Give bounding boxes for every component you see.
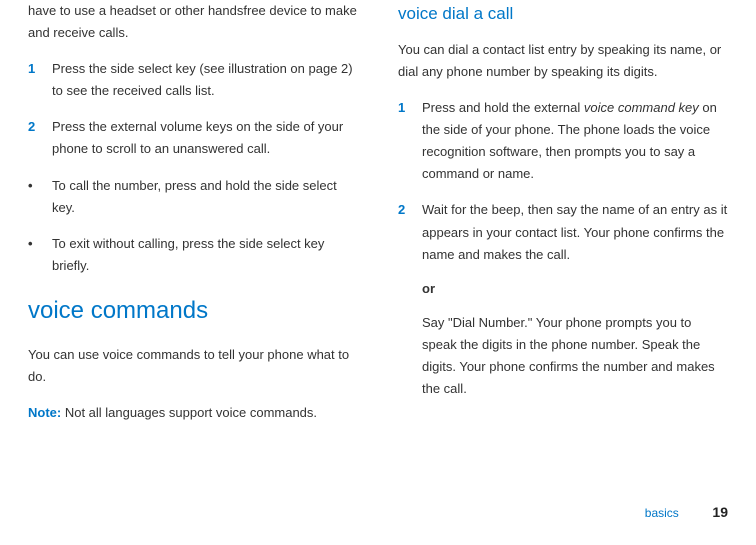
or-label: or	[422, 278, 728, 300]
step-body: Wait for the beep, then say the name of …	[422, 199, 728, 400]
step-text: Press the external volume keys on the si…	[52, 116, 358, 160]
step-number: 1	[398, 97, 422, 185]
footer-page-number: 19	[712, 504, 728, 520]
sub-desc: You can dial a contact list entry by spe…	[398, 39, 728, 83]
content-columns: have to use a headset or other handsfree…	[28, 0, 728, 481]
italic-term: voice command key	[584, 100, 699, 115]
step-1: 1 Press the side select key (see illustr…	[28, 58, 358, 102]
step-1: 1 Press and hold the external voice comm…	[398, 97, 728, 185]
bullet-icon: •	[28, 233, 52, 277]
intro-para: have to use a headset or other handsfree…	[28, 0, 358, 44]
step-2: 2 Press the external volume keys on the …	[28, 116, 358, 160]
bullet-item: • To exit without calling, press the sid…	[28, 233, 358, 277]
step-text: Press the side select key (see illustrat…	[52, 58, 358, 102]
step-text: Wait for the beep, then say the name of …	[422, 199, 728, 265]
note-para: Note: Not all languages support voice co…	[28, 402, 358, 424]
alt-text: Say "Dial Number." Your phone prompts yo…	[422, 312, 728, 400]
page-footer: basics 19	[28, 481, 728, 525]
note-text: Not all languages support voice commands…	[61, 405, 317, 420]
section-desc: You can use voice commands to tell your …	[28, 344, 358, 388]
right-column: voice dial a call You can dial a contact…	[398, 0, 728, 481]
step-text: Press and hold the external voice comman…	[422, 97, 728, 185]
step-number: 2	[398, 199, 422, 400]
section-heading-voice-commands: voice commands	[28, 291, 358, 332]
step-text-prefix: Press and hold the external	[422, 100, 584, 115]
note-label: Note:	[28, 405, 61, 420]
left-column: have to use a headset or other handsfree…	[28, 0, 358, 481]
step-number: 2	[28, 116, 52, 160]
footer-section-label: basics	[645, 506, 679, 520]
sub-heading-voice-dial: voice dial a call	[398, 0, 728, 29]
bullet-icon: •	[28, 175, 52, 219]
bullet-text: To call the number, press and hold the s…	[52, 175, 358, 219]
bullet-item: • To call the number, press and hold the…	[28, 175, 358, 219]
step-2: 2 Wait for the beep, then say the name o…	[398, 199, 728, 400]
step-number: 1	[28, 58, 52, 102]
bullet-text: To exit without calling, press the side …	[52, 233, 358, 277]
